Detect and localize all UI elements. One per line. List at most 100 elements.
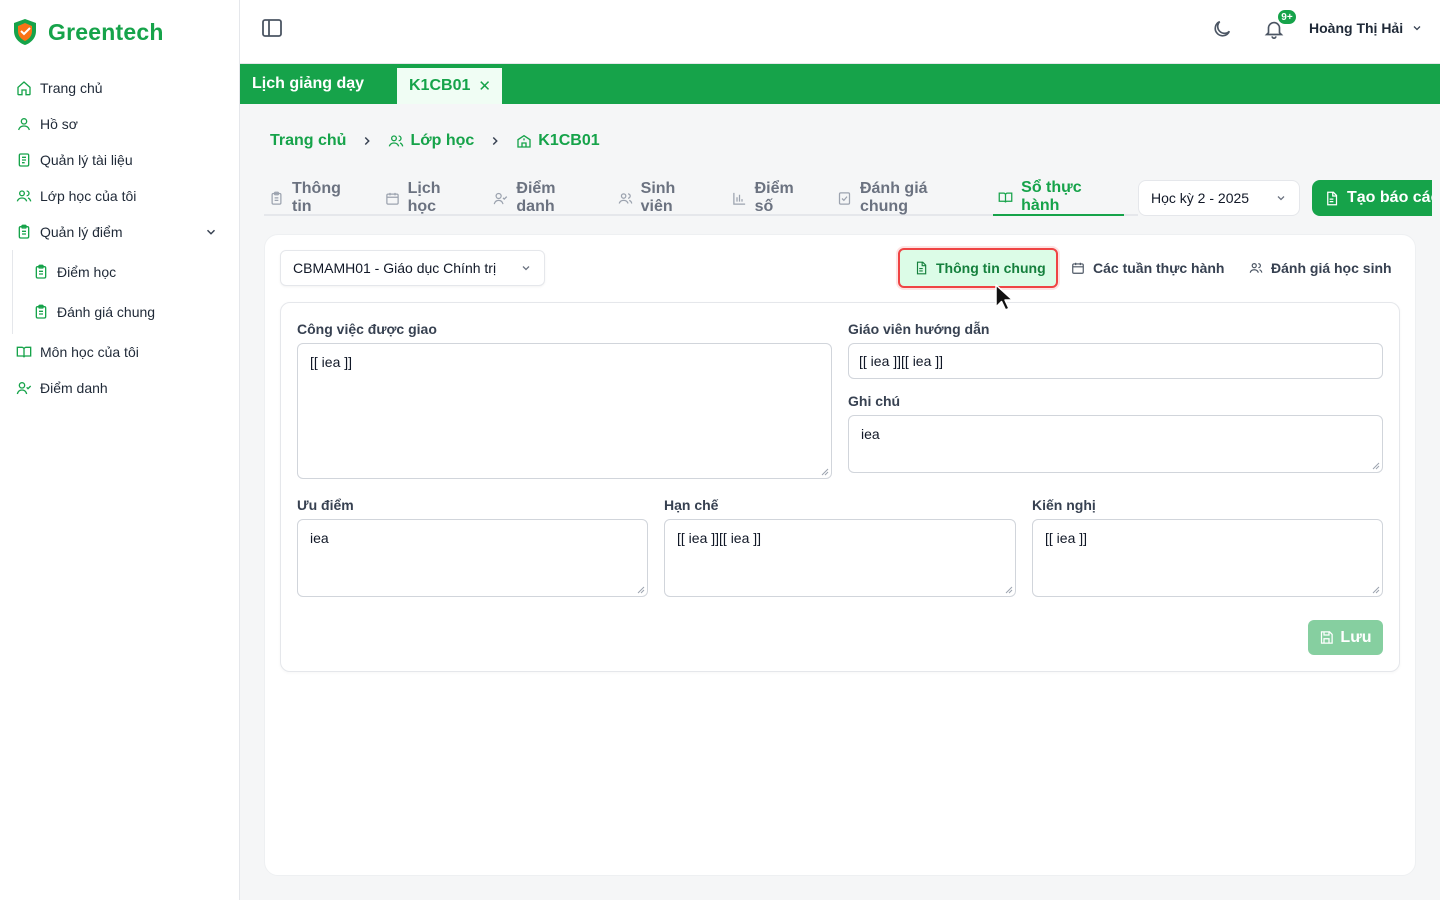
tab-label: Thông tin (292, 180, 341, 215)
sidebar-item-grade-management[interactable]: Quản lý điểm (0, 214, 240, 250)
strengths-textarea[interactable]: iea (297, 519, 648, 597)
sidebar-toggle-icon[interactable] (260, 16, 284, 40)
shield-logo-icon (12, 18, 38, 46)
sidebar-item-label: Trang chủ (40, 80, 103, 96)
file-text-icon (914, 261, 928, 275)
brand[interactable]: Greentech (12, 18, 164, 46)
tab-info[interactable]: Thông tin (264, 180, 366, 216)
tab-label: Lịch giảng dạy (252, 75, 365, 92)
sidebar-item-label: Đánh giá chung (57, 304, 156, 320)
assigned-work-label: Công việc được giao (297, 321, 437, 337)
sidebar: Greentech Trang chủ Hồ sơ Quản lý tài li… (0, 0, 240, 900)
field-value: [[ iea ]] (310, 354, 353, 370)
notification-badge: 9+ (1276, 8, 1298, 26)
instructor-input[interactable]: [[ iea ]][[ iea ]] (848, 343, 1383, 379)
resize-handle-icon[interactable] (1372, 462, 1380, 470)
resize-handle-icon[interactable] (637, 586, 645, 594)
instructor-label: Giáo viên hướng dẫn (848, 321, 990, 337)
sidebar-subnav: Điểm học Đánh giá chung (12, 250, 240, 334)
clipboard-icon (16, 224, 32, 240)
file-text-icon (1324, 191, 1339, 206)
tab-label: Lịch học (407, 180, 441, 215)
field-value: [[ iea ]][[ iea ]] (859, 353, 944, 369)
sidebar-item-general-assessment[interactable]: Đánh giá chung (13, 292, 240, 332)
close-icon[interactable]: ✕ (478, 77, 491, 95)
assigned-work-textarea[interactable]: [[ iea ]] (297, 343, 832, 479)
chevron-down-icon (204, 225, 218, 239)
sidebar-item-label: Điểm danh (40, 380, 108, 396)
recommendations-label: Kiến nghị (1032, 497, 1096, 513)
segment-general-info[interactable]: Thông tin chung (898, 248, 1058, 288)
breadcrumb: Trang chủ Lớp học K1CB01 (270, 132, 600, 150)
tab-label: Đánh giá chung (859, 180, 928, 215)
sidebar-nav: Trang chủ Hồ sơ Quản lý tài liệu Lớp học… (0, 70, 240, 406)
save-button[interactable]: Lưu (1308, 620, 1383, 655)
users-icon (16, 188, 32, 204)
breadcrumb-home[interactable]: Trang chủ (270, 132, 346, 150)
chevron-right-icon (488, 134, 502, 148)
tab-grades[interactable]: Điểm số (727, 180, 818, 216)
tab-schedule[interactable]: Lịch học (380, 180, 475, 216)
check-square-icon (837, 191, 852, 206)
tab-general-assessment[interactable]: Đánh giá chung (832, 180, 979, 216)
user-icon (16, 116, 32, 132)
clipboard-icon (33, 304, 49, 320)
tab-label: K1CB01 (409, 77, 471, 94)
book-open-icon (998, 190, 1013, 205)
resize-handle-icon[interactable] (821, 468, 829, 476)
sidebar-item-label: Quản lý tài liệu (40, 152, 133, 168)
sidebar-item-label: Điểm học (57, 264, 117, 280)
tab-teaching-schedule[interactable]: Lịch giảng dạy (240, 64, 395, 104)
sidebar-item-label: Môn học của tôi (40, 344, 139, 360)
document-icon (16, 152, 32, 168)
sidebar-item-profile[interactable]: Hồ sơ (0, 106, 240, 142)
chevron-down-icon (1411, 22, 1423, 34)
subject-select[interactable]: CBMAMH01 - Giáo dục Chính trị (280, 250, 545, 286)
segment-student-assessment[interactable]: Đánh giá học sinh (1249, 248, 1392, 288)
class-tabs: Thông tin Lịch học Điểm danh Sinh viên Đ… (264, 179, 1138, 216)
create-report-button[interactable]: Tạo báo cáo (1312, 180, 1440, 216)
window-tab-strip: Lịch giảng dạy K1CB01 ✕ (240, 64, 1440, 104)
tab-label: Sổ thực hành (1021, 179, 1082, 214)
tab-k1cb01[interactable]: K1CB01 ✕ (397, 68, 502, 104)
viewport-edge (1432, 170, 1440, 230)
tab-label: Điểm danh (516, 180, 556, 215)
sidebar-item-my-subjects[interactable]: Môn học của tôi (0, 334, 240, 370)
user-name: Hoàng Thị Hải (1309, 20, 1404, 36)
sidebar-item-attendance[interactable]: Điểm danh (0, 370, 240, 406)
sidebar-item-my-classes[interactable]: Lớp học của tôi (0, 178, 240, 214)
resize-handle-icon[interactable] (1005, 586, 1013, 594)
breadcrumb-label: Trang chủ (270, 132, 347, 149)
chevron-right-icon (360, 134, 374, 148)
note-textarea[interactable]: iea (848, 415, 1383, 473)
tab-practice-book[interactable]: Sổ thực hành (993, 179, 1125, 216)
tab-label: Điểm số (754, 180, 794, 215)
semester-select[interactable]: Học kỳ 2 - 2025 (1138, 180, 1300, 216)
button-label: Lưu (1340, 628, 1372, 646)
segment-label: Đánh giá học sinh (1271, 260, 1392, 276)
tab-students[interactable]: Sinh viên (613, 180, 713, 216)
recommendations-textarea[interactable]: [[ iea ]] (1032, 519, 1383, 597)
strengths-label: Ưu điểm (297, 497, 354, 513)
clipboard-icon (269, 191, 284, 206)
field-value: [[ iea ]][[ iea ]] (677, 530, 762, 546)
segment-practice-weeks[interactable]: Các tuần thực hành (1071, 248, 1224, 288)
calendar-icon (1071, 261, 1085, 275)
tab-attendance[interactable]: Điểm danh (488, 180, 598, 216)
mouse-cursor-icon (994, 283, 1016, 313)
users-icon (1249, 261, 1263, 275)
user-menu[interactable]: Hoàng Thị Hải (1309, 20, 1423, 36)
sidebar-item-home[interactable]: Trang chủ (0, 70, 240, 106)
users-icon (618, 191, 633, 206)
school-icon (516, 133, 532, 149)
brand-name: Greentech (48, 18, 164, 45)
sidebar-item-documents[interactable]: Quản lý tài liệu (0, 142, 240, 178)
subject-value: CBMAMH01 - Giáo dục Chính trị (293, 260, 497, 276)
limitations-textarea[interactable]: [[ iea ]][[ iea ]] (664, 519, 1016, 597)
chevron-down-icon (1275, 192, 1287, 204)
field-value: iea (310, 530, 329, 546)
resize-handle-icon[interactable] (1372, 586, 1380, 594)
breadcrumb-classes[interactable]: Lớp học (388, 132, 474, 150)
sidebar-item-study-grades[interactable]: Điểm học (13, 252, 240, 292)
moon-icon[interactable] (1211, 18, 1233, 40)
